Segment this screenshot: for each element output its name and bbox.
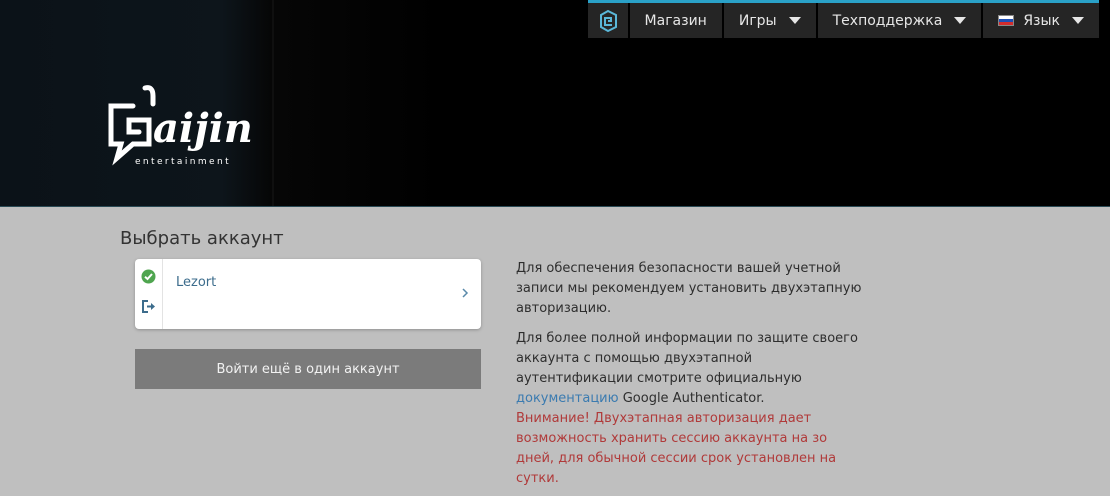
gaijin-logo[interactable]: aijin entertainment xyxy=(103,84,283,170)
account-icons xyxy=(135,259,163,329)
logo-word: aijin xyxy=(153,105,253,152)
nav-item-language[interactable]: Язык xyxy=(983,3,1099,38)
add-account-button[interactable]: Войти ещё в один аккаунт xyxy=(135,349,481,389)
nav-item-support[interactable]: Техподдержка xyxy=(817,3,982,38)
russian-flag-icon xyxy=(998,15,1015,26)
info-text: Для более полной информации по защите св… xyxy=(516,331,858,386)
info-paragraph: Для обеспечения безопасности вашей учетн… xyxy=(516,261,862,316)
nav-item-label: Техподдержка xyxy=(832,12,943,29)
nav-item-games[interactable]: Игры xyxy=(723,3,816,38)
check-circle-icon xyxy=(141,269,156,284)
caret-down-icon xyxy=(1072,17,1084,24)
nav-item-label: Язык xyxy=(1023,12,1060,29)
logo-subtitle: entertainment xyxy=(135,157,231,167)
top-navigation: Магазин Игры Техподдержка Язык xyxy=(587,0,1099,38)
page-title: Выбрать аккаунт xyxy=(120,228,284,249)
account-name[interactable]: Lezort xyxy=(176,275,216,290)
site-header: Магазин Игры Техподдержка Язык aijin ent… xyxy=(0,0,1110,207)
warning-text: Внимание! Двухэтапная авторизация дает в… xyxy=(516,411,837,486)
account-card[interactable]: Lezort xyxy=(135,259,481,329)
info-text: Google Authenticator. xyxy=(618,391,765,406)
gaijin-home-icon[interactable] xyxy=(587,3,628,38)
nav-item-label: Игры xyxy=(738,12,777,29)
logout-icon[interactable] xyxy=(141,299,157,314)
caret-down-icon xyxy=(954,17,967,24)
caret-down-icon xyxy=(788,17,801,24)
nav-item-label: Магазин xyxy=(644,12,707,29)
security-info: Для обеспечения безопасности вашей учетн… xyxy=(516,259,866,496)
nav-item-store[interactable]: Магазин xyxy=(629,3,722,38)
account-card-body[interactable]: Lezort xyxy=(163,259,481,329)
documentation-link[interactable]: документацию xyxy=(516,391,619,406)
info-paragraph-docs: Для более полной информации по защите св… xyxy=(516,329,866,409)
chevron-right-icon xyxy=(462,288,469,298)
